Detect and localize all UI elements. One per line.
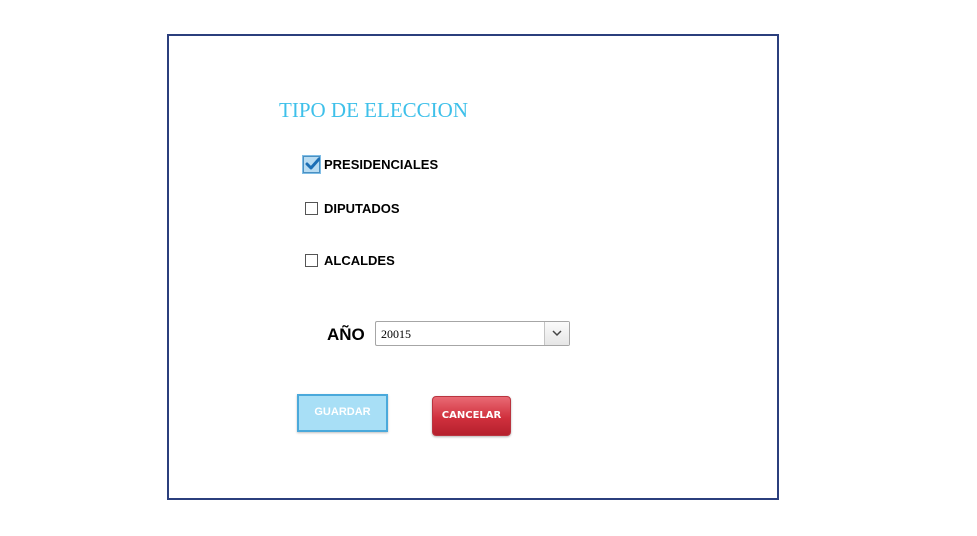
election-type-panel: TIPO DE ELECCION PRESIDENCIALES DIPUTADO… bbox=[167, 34, 779, 500]
year-select-button[interactable] bbox=[544, 322, 569, 345]
year-select-value: 20015 bbox=[381, 327, 411, 341]
check-icon bbox=[305, 157, 320, 170]
save-button[interactable]: GUARDAR bbox=[297, 394, 388, 432]
alcaldes-checkbox[interactable] bbox=[305, 254, 318, 267]
presidenciales-label: PRESIDENCIALES bbox=[324, 157, 439, 172]
option-presidenciales[interactable]: PRESIDENCIALES bbox=[303, 156, 438, 173]
diputados-label: DIPUTADOS bbox=[324, 201, 400, 216]
year-select[interactable]: 20015 bbox=[375, 321, 570, 346]
option-alcaldes[interactable]: ALCALDES bbox=[303, 253, 395, 268]
diputados-checkbox[interactable] bbox=[305, 202, 318, 215]
option-diputados[interactable]: DIPUTADOS bbox=[303, 201, 400, 216]
year-label: AÑO bbox=[327, 325, 365, 344]
form-title: TIPO DE ELECCION bbox=[279, 98, 468, 122]
chevron-down-icon bbox=[552, 330, 562, 337]
presidenciales-checkbox[interactable] bbox=[303, 156, 320, 173]
alcaldes-label: ALCALDES bbox=[324, 253, 395, 268]
cancel-button[interactable]: CANCELAR bbox=[432, 396, 511, 436]
